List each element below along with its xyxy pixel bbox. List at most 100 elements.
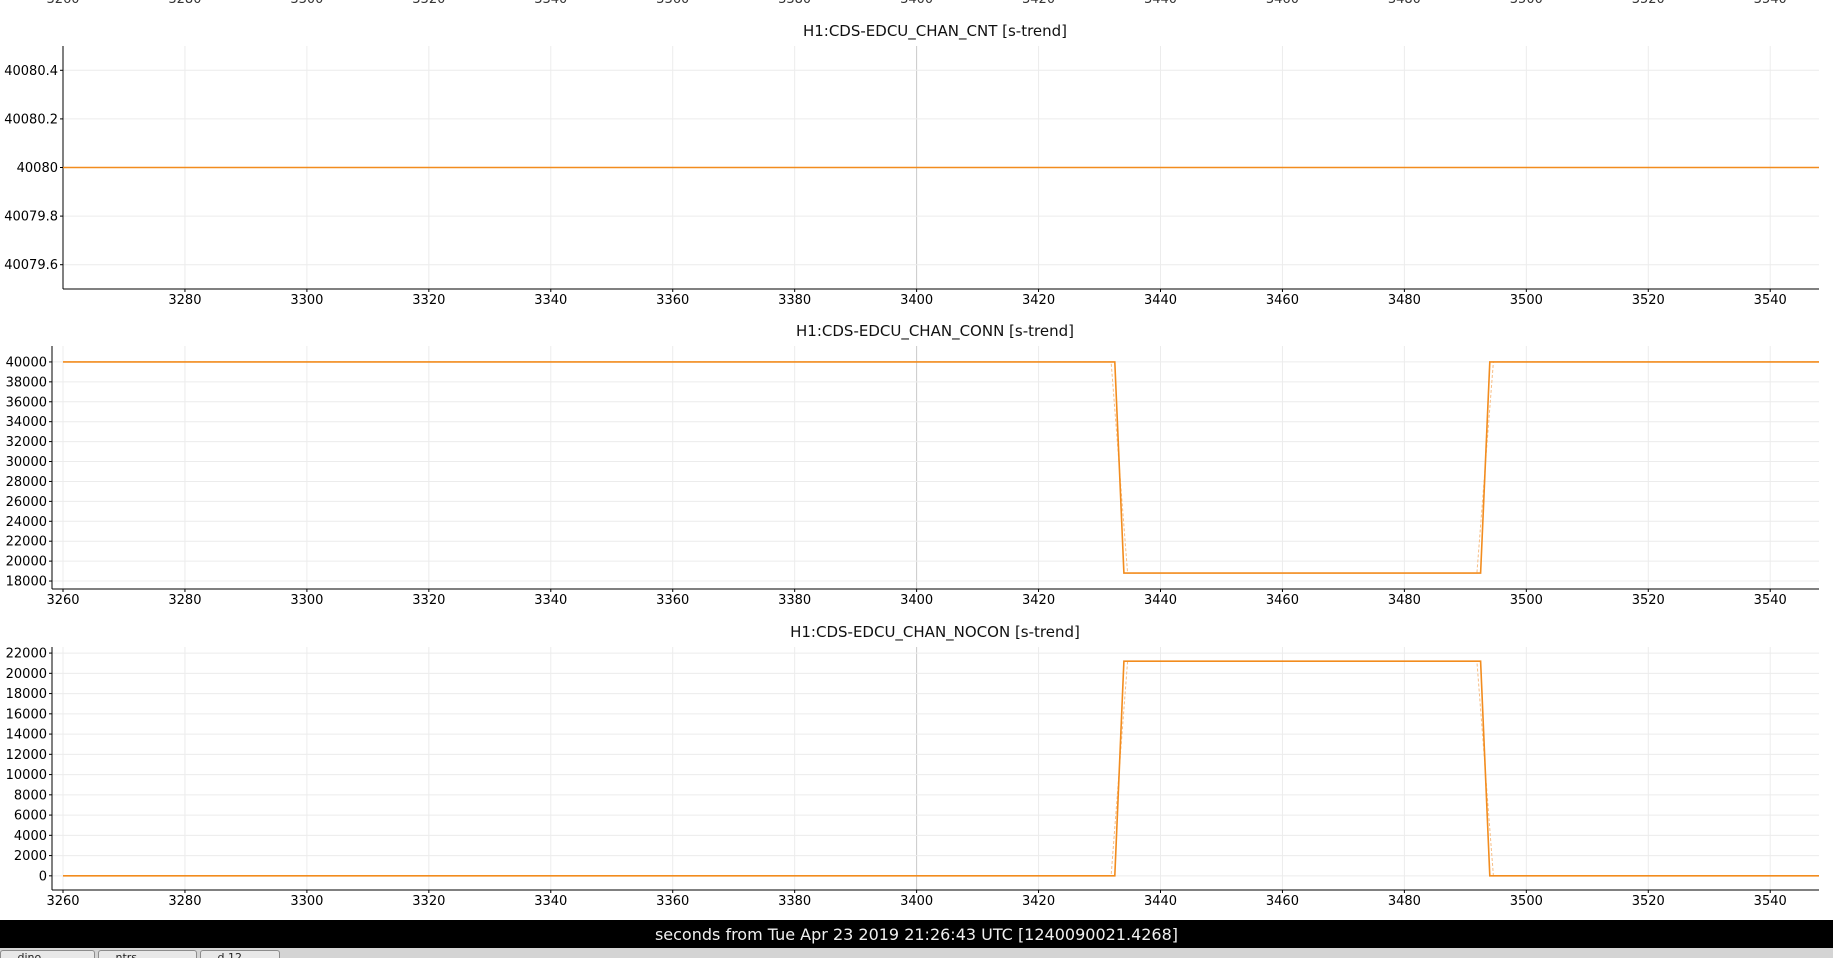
x-tick-label: 3440: [1144, 894, 1177, 909]
top-tick-label: 3460: [1266, 0, 1299, 7]
x-tick-label: 3300: [290, 894, 323, 909]
x-tick-label: 3360: [656, 894, 689, 909]
x-tick-label: 3260: [46, 894, 79, 909]
x-tick-label: 3400: [900, 593, 933, 608]
top-tick-label: 3420: [1022, 0, 1055, 7]
x-tick-label: 3460: [1266, 593, 1299, 608]
x-tick-label: 3380: [778, 593, 811, 608]
y-tick-label: 0: [39, 869, 47, 884]
tab-1[interactable]: ...dino: [0, 950, 95, 958]
y-tick-label: 2000: [14, 849, 47, 864]
x-tick-label: 3400: [900, 894, 933, 909]
x-tick-label: 3420: [1022, 593, 1055, 608]
top-tick-label: 3300: [290, 0, 323, 7]
top-tick-label: 3360: [656, 0, 689, 7]
y-tick-label: 22000: [6, 535, 47, 550]
x-tick-label: 3540: [1754, 593, 1787, 608]
x-tick-label: 3520: [1632, 593, 1665, 608]
x-tick-label: 3340: [534, 894, 567, 909]
y-tick-label: 38000: [6, 375, 47, 390]
top-tick-label: 3480: [1388, 0, 1421, 7]
y-tick-label: 6000: [14, 809, 47, 824]
y-tick-label: 22000: [6, 647, 47, 662]
y-tick-label: 30000: [6, 455, 47, 470]
top-tick-label: 3540: [1754, 0, 1787, 7]
y-tick-label: 12000: [6, 748, 47, 763]
x-tick-label: 3500: [1510, 894, 1543, 909]
top-tick-label: 3280: [168, 0, 201, 7]
y-tick-label: 40080.2: [4, 112, 58, 127]
x-tick-label: 3540: [1754, 894, 1787, 909]
chart-panel-2: H1:CDS-EDCU_CHAN_CONN [s-trend] 18000 2000…: [6, 322, 1819, 608]
x-tick-label: 3420: [1022, 894, 1055, 909]
y-tick-label: 16000: [6, 707, 47, 722]
chart-title: H1:CDS-EDCU_CHAN_CNT [s-trend]: [803, 22, 1067, 41]
y-tick-label: 40079.8: [4, 210, 58, 225]
x-tick-label: 3500: [1510, 293, 1543, 308]
x-tick-label: 3320: [412, 593, 445, 608]
top-tick-label: 3380: [778, 0, 811, 7]
top-tick-label: 3340: [534, 0, 567, 7]
top-tick-label: 3320: [412, 0, 445, 7]
y-tick-label: 28000: [6, 475, 47, 490]
x-tick-label: 3360: [656, 293, 689, 308]
status-bar: seconds from Tue Apr 23 2019 21:26:43 UT…: [0, 920, 1833, 948]
top-tick-label: 3500: [1510, 0, 1543, 7]
top-tick-label: 3400: [900, 0, 933, 7]
x-tick-label: 3480: [1388, 593, 1421, 608]
trend-plots: 3260 3280 3300 3320 3340 3360 3380 3400 3420 3440…: [4, 0, 1819, 909]
x-tick-label: 3320: [412, 894, 445, 909]
x-tick-label: 3400: [900, 293, 933, 308]
time-reference-label: seconds from Tue Apr 23 2019 21:26:43 UT…: [654, 924, 1179, 944]
x-tick-label: 3300: [290, 593, 323, 608]
y-tick-label: 20000: [6, 555, 47, 570]
x-tick-label: 3320: [412, 293, 445, 308]
x-tick-label: 3280: [168, 293, 201, 308]
x-tick-label: 3280: [168, 593, 201, 608]
x-tick-label: 3500: [1510, 593, 1543, 608]
chart-title: H1:CDS-EDCU_CHAN_NOCON [s-trend]: [790, 623, 1080, 642]
chart-panel-1: H1:CDS-EDCU_CHAN_CNT [s-trend] 40079.6 400…: [4, 22, 1819, 308]
y-tick-label: 40000: [6, 355, 47, 370]
y-tick-label: 20000: [6, 667, 47, 682]
x-tick-label: 3460: [1266, 894, 1299, 909]
x-tick-label: 3280: [168, 894, 201, 909]
y-tick-label: 4000: [14, 829, 47, 844]
x-tick-label: 3480: [1388, 293, 1421, 308]
x-tick-label: 3480: [1388, 894, 1421, 909]
x-tick-label: 3300: [290, 293, 323, 308]
tab-2[interactable]: ...ntrs...: [98, 950, 197, 958]
x-tick-label: 3380: [778, 293, 811, 308]
tab-3[interactable]: ...d 12: [200, 950, 280, 958]
y-tick-label: 32000: [6, 435, 47, 450]
chart-title: H1:CDS-EDCU_CHAN_CONN [s-trend]: [796, 322, 1074, 341]
y-tick-label: 26000: [6, 495, 47, 510]
y-tick-label: 10000: [6, 768, 47, 783]
plot-area[interactable]: 3260 3280 3300 3320 3340 3360 3380 3400 3420 3440…: [0, 0, 1833, 920]
x-tick-label: 3440: [1144, 293, 1177, 308]
x-tick-label: 3460: [1266, 293, 1299, 308]
x-tick-label: 3540: [1754, 293, 1787, 308]
y-tick-label: 8000: [14, 788, 47, 803]
y-tick-label: 40080: [17, 161, 58, 176]
x-tick-label: 3260: [46, 593, 79, 608]
x-tick-label: 3360: [656, 593, 689, 608]
top-tick-label: 3260: [46, 0, 79, 7]
y-tick-label: 40079.6: [4, 258, 58, 273]
y-tick-label: 18000: [6, 687, 47, 702]
top-partial-axis: 3260 3280 3300 3320 3340 3360 3380 3400 3420 3440…: [46, 0, 1786, 7]
top-tick-label: 3440: [1144, 0, 1177, 7]
y-tick-label: 36000: [6, 395, 47, 410]
x-tick-label: 3380: [778, 894, 811, 909]
x-tick-label: 3340: [534, 593, 567, 608]
chart-panel-3: H1:CDS-EDCU_CHAN_NOCON [s-trend] 0 2000 400…: [6, 623, 1819, 909]
grid: [52, 346, 1819, 589]
y-tick-label: 40080.4: [4, 64, 58, 79]
y-tick-label: 34000: [6, 415, 47, 430]
top-tick-label: 3520: [1632, 0, 1665, 7]
y-tick-label: 14000: [6, 728, 47, 743]
grid: [52, 647, 1819, 890]
y-tick-label: 18000: [6, 575, 47, 590]
y-tick-label: 24000: [6, 515, 47, 530]
x-tick-label: 3420: [1022, 293, 1055, 308]
